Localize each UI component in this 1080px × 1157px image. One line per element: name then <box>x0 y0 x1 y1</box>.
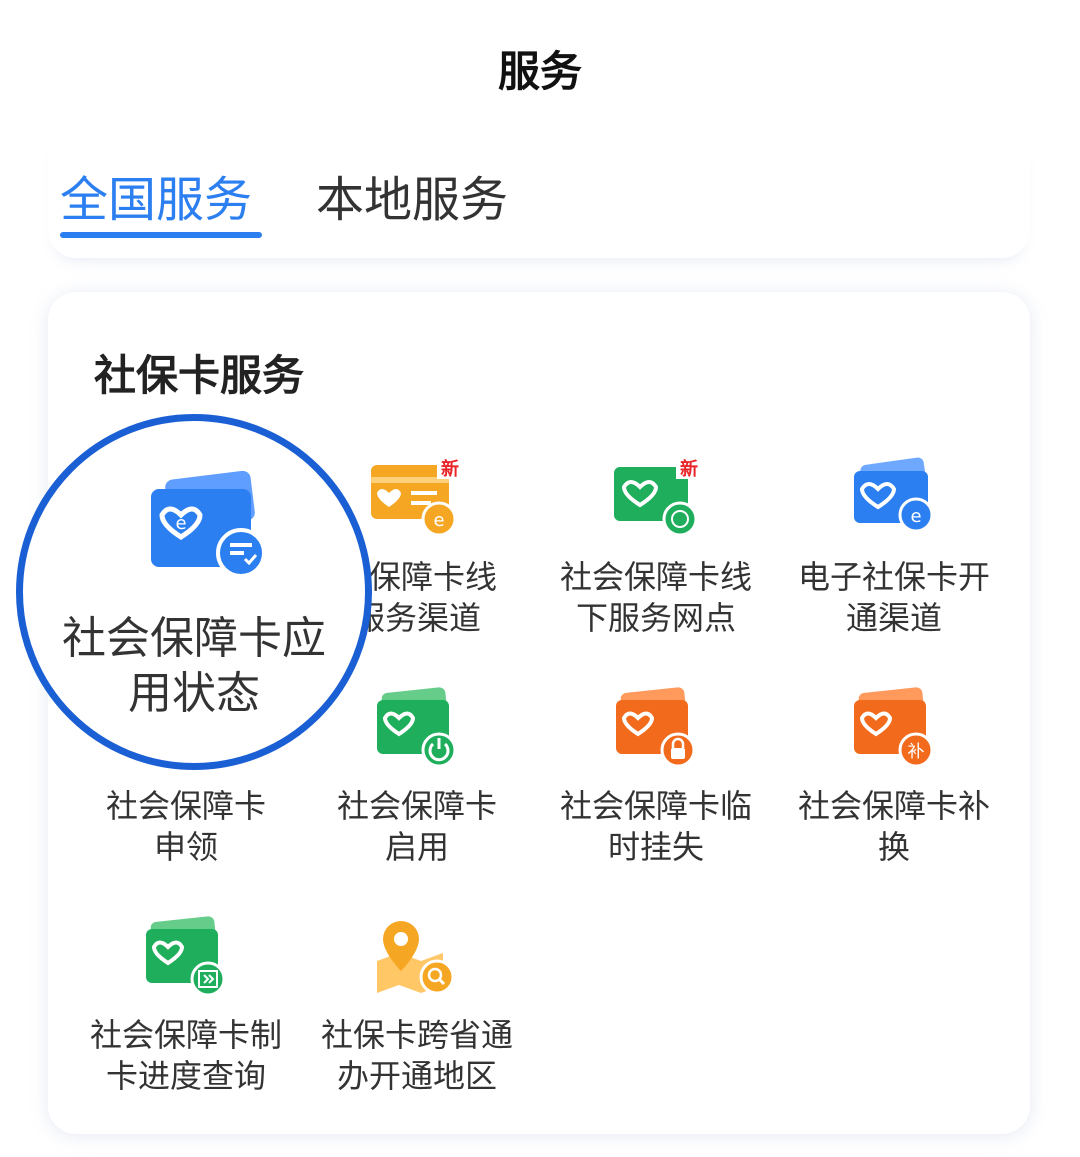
card-online-channel-icon: e 新 <box>371 457 463 537</box>
map-search-icon <box>377 921 455 995</box>
service-label: 社会保障卡补换 <box>797 787 990 866</box>
svg-text:新: 新 <box>441 458 459 480</box>
service-label: 社会保障卡制 卡进度查询 <box>89 1016 282 1095</box>
tab-local-services[interactable]: 本地服务 <box>316 160 508 230</box>
service-label: 社会保障卡 申领 <box>105 787 266 866</box>
service-label: 电子社保卡开 通渠道 <box>797 558 990 637</box>
card-lost-report-icon <box>616 687 696 768</box>
card-status-icon: e <box>151 471 266 578</box>
active-tab-indicator <box>60 232 262 238</box>
service-label: 社会保障卡 启用 <box>336 787 497 866</box>
svg-text:e: e <box>175 513 186 534</box>
e-card-open-icon: e <box>854 457 934 533</box>
section-title: 社保卡服务 <box>94 351 305 400</box>
service-label: 社会保障卡应 用状态 <box>62 613 326 719</box>
svg-text:e: e <box>910 506 921 527</box>
service-label: 社会保障卡临 时挂失 <box>559 787 752 866</box>
svg-text:补: 补 <box>908 742 925 762</box>
page-title: 服务 <box>497 47 582 96</box>
service-label: 社保卡跨省通 办开通地区 <box>320 1016 513 1095</box>
svg-text:新: 新 <box>680 458 698 480</box>
tab-bar: 全国服务 本地服务 <box>48 140 1030 258</box>
highlight-card-status[interactable]: e 社会保障卡应 用状态 <box>16 414 372 770</box>
card-replace-icon: 补 <box>854 687 934 768</box>
card-offline-outlet-icon: 新 <box>614 457 702 537</box>
card-progress-icon <box>146 916 226 997</box>
card-activate-icon <box>377 687 457 768</box>
tab-national-services[interactable]: 全国服务 <box>60 160 252 230</box>
svg-text:e: e <box>433 510 444 531</box>
service-label: 社会保障卡线 下服务网点 <box>559 558 752 637</box>
